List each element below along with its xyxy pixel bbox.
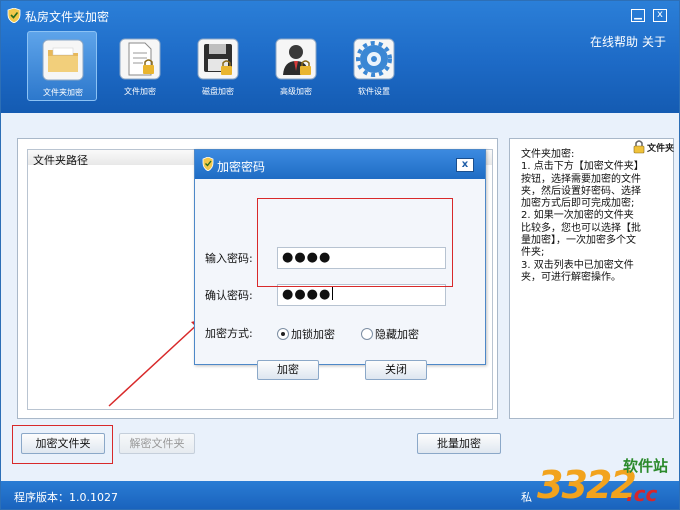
title-bar: 私房文件夹加密 ▁ x	[1, 1, 679, 29]
tool-label: 文件夹加密	[43, 88, 83, 97]
tool-label: 文件加密	[124, 87, 156, 96]
dialog-title: 加密密码	[217, 160, 266, 174]
tool-folder-encrypt[interactable]: 文件夹加密	[27, 31, 97, 101]
password-label: 输入密码:	[205, 252, 253, 265]
encrypt-method-label: 加密方式:	[205, 327, 253, 340]
confirm-password-label: 确认密码:	[205, 289, 253, 302]
padlock-icon	[633, 140, 645, 154]
shield-icon	[7, 8, 21, 23]
app-window: 私房文件夹加密 ▁ x 在线帮助 关于 文件夹加密 文件加密 磁盘加密 高级加密…	[0, 0, 680, 510]
folder-lock-badge: 文件夹	[631, 139, 675, 155]
header: 私房文件夹加密 ▁ x 在线帮助 关于 文件夹加密 文件加密 磁盘加密 高级加密…	[1, 1, 679, 113]
watermark-logo: 3322 软件站 .cc	[531, 453, 679, 509]
document-lock-icon	[119, 38, 161, 80]
tool-file-encrypt[interactable]: 文件加密	[105, 31, 175, 101]
text-caret	[332, 287, 334, 300]
radio-selected-icon	[277, 328, 289, 340]
tool-disk-encrypt[interactable]: 磁盘加密	[183, 31, 253, 101]
about-link[interactable]: 关于	[642, 33, 666, 50]
radio-label: 加锁加密	[291, 328, 335, 341]
close-button[interactable]: x	[653, 9, 667, 22]
highlight-box-password-fields	[257, 198, 453, 287]
user-icon	[275, 38, 317, 80]
watermark-site: 软件站	[623, 457, 669, 475]
app-title: 私房文件夹加密	[25, 10, 110, 24]
radio-label: 隐藏加密	[375, 328, 419, 341]
dialog-encrypt-button[interactable]: 加密	[257, 360, 319, 380]
folder-icon	[42, 39, 84, 81]
help-text: 文件夹加密: 1. 点击下方【加密文件夹】按钮，选择需要加密的文件夹，然后设置好…	[521, 149, 641, 283]
highlight-box-encrypt-button	[12, 425, 113, 464]
gear-icon	[353, 38, 395, 80]
tool-label: 高级加密	[280, 87, 312, 96]
dialog-close-button[interactable]: x	[456, 158, 474, 172]
tool-settings[interactable]: 软件设置	[339, 31, 409, 101]
minimize-button[interactable]: ▁	[631, 9, 645, 22]
dialog-titlebar[interactable]: 加密密码 x	[195, 150, 485, 179]
help-panel: 文件夹加密: 1. 点击下方【加密文件夹】按钮，选择需要加密的文件夹，然后设置好…	[509, 138, 674, 419]
dialog-cancel-button[interactable]: 关闭	[365, 360, 427, 380]
shield-icon	[202, 157, 214, 171]
badge-text: 文件夹	[647, 144, 675, 154]
batch-encrypt-button[interactable]: 批量加密	[417, 433, 501, 454]
online-help-link[interactable]: 在线帮助	[590, 33, 638, 50]
radio-hide-encrypt[interactable]: 隐藏加密	[361, 326, 419, 342]
floppy-disk-lock-icon	[197, 38, 239, 80]
watermark-domain: .cc	[626, 482, 658, 506]
radio-lock-encrypt[interactable]: 加锁加密	[277, 326, 335, 342]
watermark-digits: 3322	[537, 463, 637, 507]
radio-unselected-icon	[361, 328, 373, 340]
tool-label: 软件设置	[358, 87, 390, 96]
confirm-password-input[interactable]: ●●●●	[277, 284, 446, 306]
confirm-password-value: ●●●●	[282, 287, 332, 302]
version-label: 程序版本：1.0.1027	[14, 491, 118, 504]
tool-label: 磁盘加密	[202, 87, 234, 96]
decrypt-folder-button[interactable]: 解密文件夹	[119, 433, 195, 454]
tool-advanced-encrypt[interactable]: 高级加密	[261, 31, 331, 101]
